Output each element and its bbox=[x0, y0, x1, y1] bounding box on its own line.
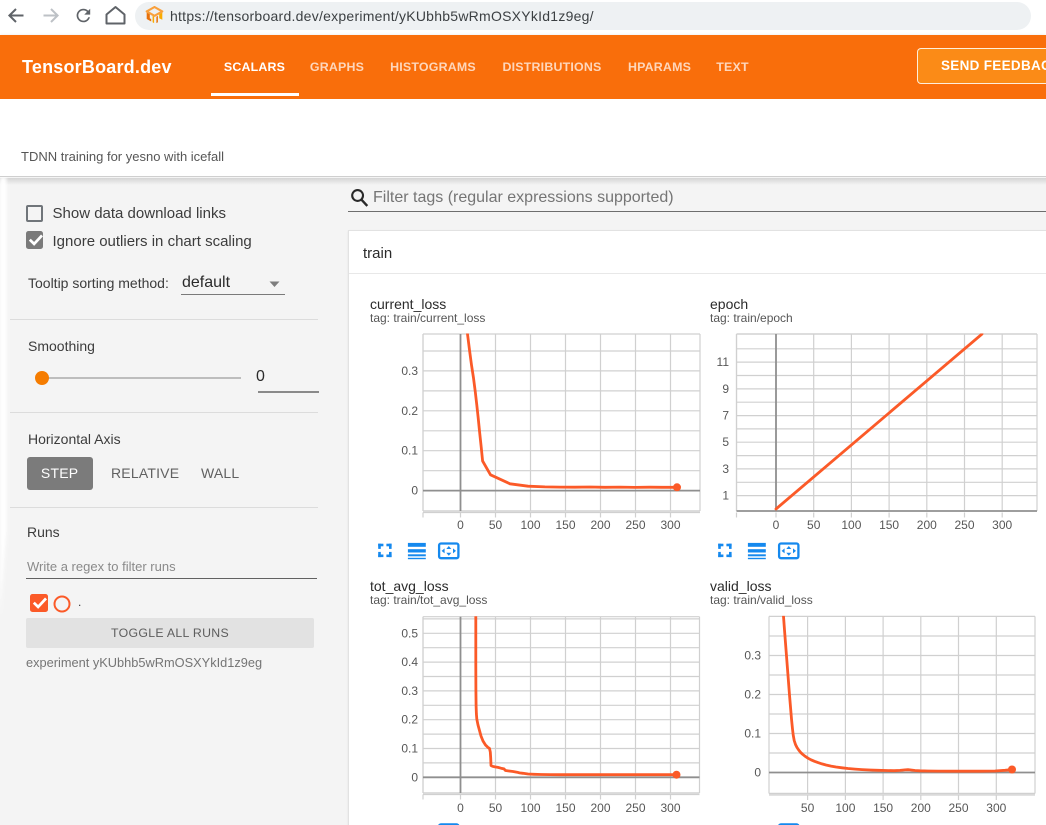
svg-text:200: 200 bbox=[590, 801, 610, 815]
svg-text:0.2: 0.2 bbox=[401, 713, 418, 727]
svg-text:0: 0 bbox=[754, 766, 761, 780]
svg-text:0.3: 0.3 bbox=[744, 649, 761, 663]
svg-text:0: 0 bbox=[773, 518, 780, 532]
svg-text:250: 250 bbox=[948, 801, 968, 815]
svg-text:0.5: 0.5 bbox=[401, 626, 418, 640]
svg-text:300: 300 bbox=[660, 801, 680, 815]
svg-text:50: 50 bbox=[807, 518, 821, 532]
svg-text:50: 50 bbox=[801, 801, 815, 815]
svg-text:0.1: 0.1 bbox=[401, 742, 418, 756]
svg-text:150: 150 bbox=[555, 801, 575, 815]
svg-text:50: 50 bbox=[489, 518, 503, 532]
svg-text:200: 200 bbox=[917, 518, 937, 532]
svg-text:1: 1 bbox=[722, 489, 729, 503]
svg-text:7: 7 bbox=[722, 409, 729, 423]
svg-text:0.2: 0.2 bbox=[401, 404, 418, 418]
svg-text:0.3: 0.3 bbox=[401, 684, 418, 698]
svg-text:0.1: 0.1 bbox=[744, 727, 761, 741]
svg-text:100: 100 bbox=[835, 801, 855, 815]
svg-text:150: 150 bbox=[879, 518, 899, 532]
svg-text:0.3: 0.3 bbox=[401, 364, 418, 378]
svg-text:0: 0 bbox=[457, 518, 464, 532]
svg-text:300: 300 bbox=[986, 801, 1006, 815]
svg-text:300: 300 bbox=[660, 518, 680, 532]
svg-text:150: 150 bbox=[555, 518, 575, 532]
svg-text:100: 100 bbox=[841, 518, 861, 532]
svg-text:200: 200 bbox=[911, 801, 931, 815]
svg-text:100: 100 bbox=[520, 518, 540, 532]
svg-text:250: 250 bbox=[954, 518, 974, 532]
svg-text:250: 250 bbox=[625, 518, 645, 532]
svg-text:0: 0 bbox=[411, 770, 418, 784]
svg-text:5: 5 bbox=[722, 435, 729, 449]
svg-text:150: 150 bbox=[873, 801, 893, 815]
svg-text:50: 50 bbox=[489, 801, 503, 815]
svg-text:0.2: 0.2 bbox=[744, 688, 761, 702]
svg-text:11: 11 bbox=[717, 355, 730, 369]
svg-text:0.4: 0.4 bbox=[401, 655, 418, 669]
svg-text:0.1: 0.1 bbox=[401, 444, 418, 458]
svg-text:200: 200 bbox=[590, 518, 610, 532]
svg-text:300: 300 bbox=[992, 518, 1012, 532]
svg-text:0: 0 bbox=[457, 801, 464, 815]
svg-text:9: 9 bbox=[722, 382, 729, 396]
svg-text:3: 3 bbox=[722, 462, 729, 476]
svg-text:0: 0 bbox=[411, 484, 418, 498]
svg-text:100: 100 bbox=[520, 801, 540, 815]
svg-text:250: 250 bbox=[625, 801, 645, 815]
